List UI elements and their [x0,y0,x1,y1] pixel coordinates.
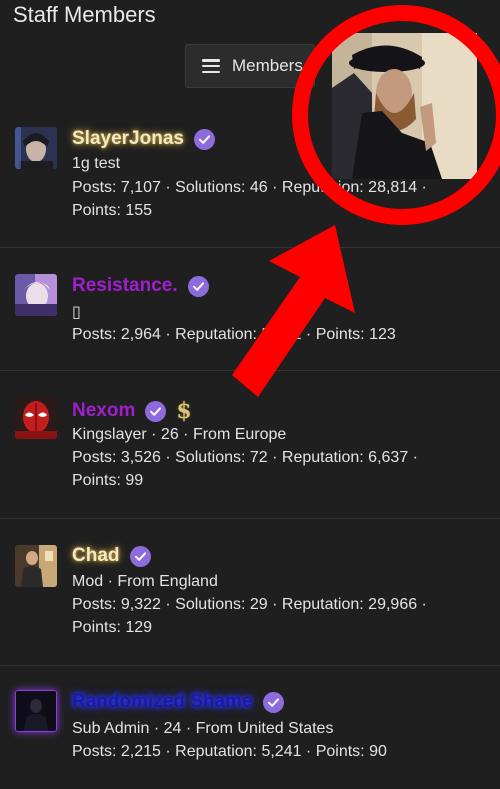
member-stats: Posts: 7,107 · Solutions: 46 · Reputatio… [72,179,427,196]
member-name-text[interactable]: Chad [72,545,120,567]
member-row[interactable]: Randomized Shame Sub Admin · 24 · From U… [0,665,500,789]
member-stats: Posts: 2,215 · Reputation: 5,241 · Point… [72,743,387,760]
member-name-text[interactable]: Nexom [72,400,135,422]
member-name[interactable]: Chad [72,545,151,567]
member-points: Points: 99 [72,472,144,489]
member-stats: Posts: 2,964 · Reputation: 5,092 · Point… [72,326,396,343]
member-title: 1g test [72,155,121,172]
verified-check-icon [129,545,151,567]
verified-check-icon [187,275,209,297]
avatar[interactable] [15,545,57,587]
overlay-photo [332,33,477,179]
avatar[interactable] [15,690,57,732]
member-name-text[interactable]: SlayerJonas [72,128,184,150]
staff-members-page: Staff Members Members SlayerJonas 1g tes… [0,0,500,789]
member-name[interactable]: Nexom $ [72,398,192,424]
verified-check-icon [193,128,215,150]
dollar-sign-icon: $ [176,398,192,424]
verified-check-icon [145,400,167,422]
members-menu-label: Members [232,56,303,75]
member-stats: Posts: 9,322 · Solutions: 29 · Reputatio… [72,596,427,613]
member-title: Sub Admin · 24 · From United States [72,720,334,737]
member-name[interactable]: SlayerJonas [72,128,215,150]
member-name-text[interactable]: Resistance. [72,275,178,297]
page-title: Staff Members [13,2,156,27]
member-points: Points: 129 [72,619,153,636]
member-stats: Posts: 3,526 · Solutions: 72 · Reputatio… [72,449,418,466]
member-name[interactable]: Resistance. [72,275,209,297]
member-name[interactable]: Randomized Shame [72,691,284,713]
member-row[interactable]: Resistance. ▯ Posts: 2,964 · Reputation:… [0,247,500,371]
avatar[interactable] [15,397,57,439]
member-row[interactable]: Chad Mod · From England Posts: 9,322 · S… [0,518,500,666]
member-title: Mod · From England [72,573,218,590]
member-points: Points: 155 [72,202,153,219]
member-name-text[interactable]: Randomized Shame [72,691,253,713]
member-title: ▯ [72,304,81,321]
avatar[interactable] [15,274,57,316]
hamburger-icon [202,59,220,73]
members-menu-button[interactable]: Members [185,44,315,88]
verified-check-icon [262,691,284,713]
member-row[interactable]: Nexom $ Kingslayer · 26 · From Europe Po… [0,370,500,519]
member-title: Kingslayer · 26 · From Europe [72,426,287,443]
avatar[interactable] [15,127,57,169]
